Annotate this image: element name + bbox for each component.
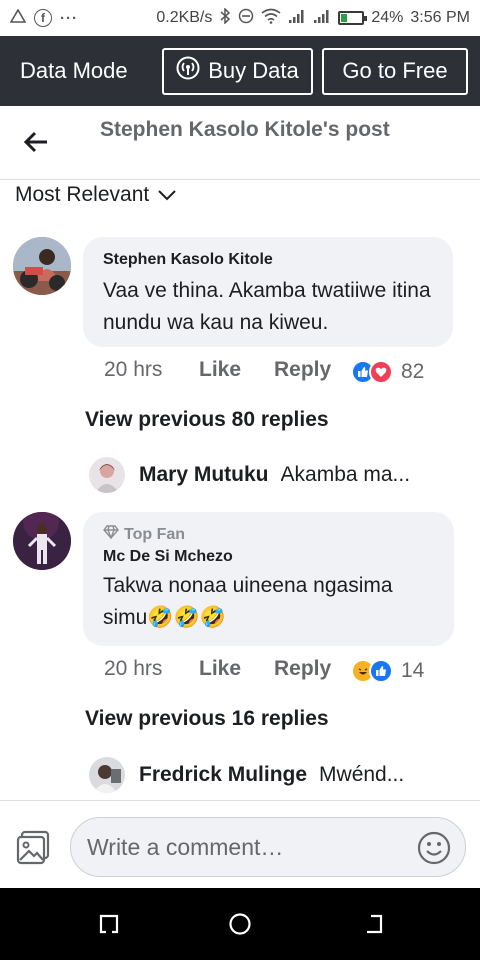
like-button[interactable]: Like: [199, 358, 274, 382]
reply-snippet: Mwénd...: [319, 763, 405, 786]
comment-time: 20 hrs: [104, 358, 163, 381]
broadcast-icon: [176, 56, 200, 86]
reaction-summary[interactable]: 82: [351, 360, 424, 384]
network-speed: 0.2KB/s: [156, 9, 213, 26]
view-previous-replies-link[interactable]: View previous 16 replies: [85, 707, 329, 731]
signal-icon: [288, 8, 306, 28]
wifi-icon: [261, 8, 281, 28]
comment-text: Takwa nonaa uineena ngasima simu🤣🤣🤣: [103, 574, 393, 629]
clock: 3:56 PM: [410, 9, 470, 26]
status-bar: f ··· 0.2KB/s 24% 3:56 PM: [0, 0, 480, 36]
go-to-free-label: Go to Free: [342, 58, 448, 83]
facebook-icon: f: [34, 9, 52, 27]
signal-icon: [313, 8, 331, 28]
comment-author[interactable]: Stephen Kasolo Kitole: [103, 249, 433, 271]
diamond-icon: [103, 524, 119, 546]
battery-percent: 24%: [371, 9, 404, 26]
comment-text: Vaa ve thina. Akamba twatiiwe itina nund…: [103, 279, 431, 334]
reaction-summary[interactable]: 14: [351, 659, 424, 683]
comment-bubble[interactable]: Stephen Kasolo Kitole Vaa ve thina. Akam…: [83, 237, 453, 347]
sort-dropdown[interactable]: Most Relevant: [15, 180, 177, 210]
warning-icon: [9, 8, 27, 27]
go-to-free-button[interactable]: Go to Free: [322, 47, 468, 95]
data-mode-label: Data Mode: [20, 58, 128, 83]
reaction-count: 82: [401, 360, 425, 383]
reply-button[interactable]: Reply: [274, 358, 331, 382]
back-arrow-icon[interactable]: [22, 128, 50, 156]
post-header: Stephen Kasolo Kitole's post: [0, 106, 480, 180]
view-previous-replies-link[interactable]: View previous 80 replies: [85, 408, 329, 432]
reply-preview[interactable]: Mary Mutuku Akamba ma...: [89, 457, 449, 493]
comment-author[interactable]: Mc De Si Mchezo: [103, 546, 434, 568]
back-icon[interactable]: [362, 912, 386, 936]
bluetooth-icon: [219, 7, 231, 28]
buy-data-button[interactable]: Buy Data: [162, 47, 313, 95]
comment-actions: 20 hrs Like Reply: [104, 657, 331, 681]
top-fan-label: Top Fan: [124, 526, 186, 543]
battery-level-fill: [341, 14, 347, 22]
chevron-down-icon: [157, 183, 177, 207]
data-mode-bar: Data Mode Buy Data Go to Free: [0, 36, 480, 106]
reply-author: Fredrick Mulinge: [139, 763, 308, 786]
battery-icon: [338, 11, 368, 25]
page-title: Stephen Kasolo Kitole's post: [100, 118, 390, 141]
love-reaction-icon: [369, 360, 393, 384]
reply-author: Mary Mutuku: [139, 463, 269, 486]
top-fan-badge: Top Fan: [103, 524, 434, 546]
comment-composer: [0, 800, 480, 888]
reaction-count: 14: [401, 659, 425, 682]
like-reaction-icon: [369, 659, 393, 683]
avatar[interactable]: [13, 512, 71, 570]
comment-time: 20 hrs: [104, 657, 163, 680]
avatar[interactable]: [13, 237, 71, 295]
emoji-icon[interactable]: [417, 831, 451, 865]
sort-label: Most Relevant: [15, 183, 150, 206]
buy-data-label: Buy Data: [208, 58, 299, 83]
comment-actions: 20 hrs Like Reply: [104, 358, 331, 382]
avatar: [89, 457, 125, 493]
recent-apps-icon[interactable]: [97, 912, 121, 936]
reply-preview[interactable]: Fredrick Mulinge Mwénd...: [89, 757, 449, 793]
photo-icon[interactable]: [16, 829, 52, 865]
more-icon: ···: [60, 9, 78, 27]
comment-input[interactable]: [70, 817, 466, 877]
like-button[interactable]: Like: [199, 657, 274, 681]
reply-button[interactable]: Reply: [274, 657, 331, 681]
reply-snippet: Akamba ma...: [280, 463, 411, 486]
home-icon[interactable]: [228, 912, 252, 936]
system-nav-bar: [0, 888, 480, 960]
dnd-icon: [238, 8, 254, 28]
avatar: [89, 757, 125, 793]
comment-bubble[interactable]: Top Fan Mc De Si Mchezo Takwa nonaa uine…: [83, 512, 454, 646]
